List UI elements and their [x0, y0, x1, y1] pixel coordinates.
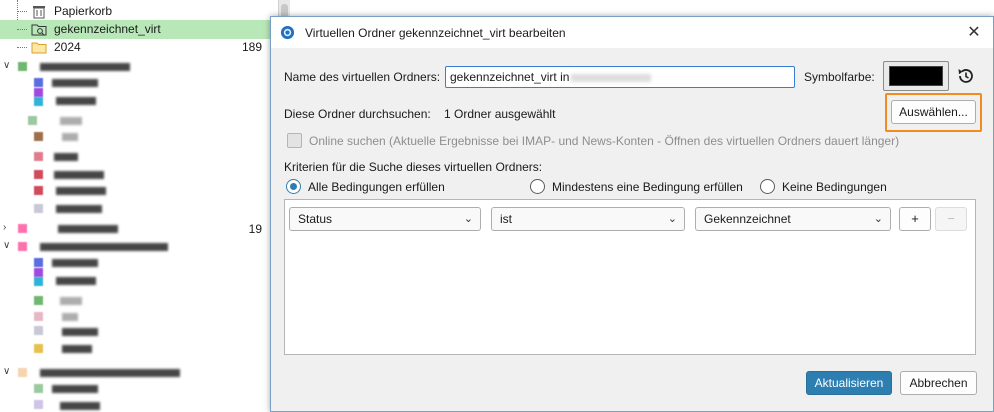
folder-icon	[34, 268, 43, 277]
redacted-text	[60, 402, 100, 410]
chevron-down-icon: ⌄	[667, 213, 677, 225]
chevron-down-icon[interactable]: ∨	[3, 240, 10, 251]
redacted-text	[52, 259, 98, 267]
unread-count: 189	[241, 40, 262, 54]
redacted-text	[62, 133, 78, 141]
color-swatch	[889, 66, 943, 86]
match-any-radio[interactable]	[530, 179, 545, 194]
folder-icon	[34, 326, 43, 335]
close-button[interactable]: ✕	[961, 20, 987, 45]
add-criterion-button[interactable]: +	[899, 207, 931, 231]
online-search-label: Online suchen (Aktuelle Ergebnisse bei I…	[309, 134, 900, 148]
redacted-text	[60, 297, 82, 305]
account-icon	[18, 368, 27, 377]
update-button[interactable]: Aktualisieren	[806, 371, 892, 395]
match-none-radio[interactable]	[760, 179, 775, 194]
folder-icon	[34, 344, 43, 353]
criterion-operator-select[interactable]: ist ⌄	[491, 207, 685, 231]
folder-icon	[34, 88, 43, 97]
redacted-text	[52, 79, 98, 87]
color-picker-button[interactable]	[883, 61, 949, 91]
chevron-down-icon[interactable]: ∨	[3, 366, 10, 377]
name-label: Name des virtuellen Ordners:	[284, 70, 441, 84]
select-folders-button[interactable]: Auswählen...	[891, 100, 976, 124]
edit-virtual-folder-dialog: Virtuellen Ordner gekennzeichnet_virt be…	[270, 16, 994, 412]
online-search-checkbox[interactable]	[287, 133, 302, 148]
redacted-text	[40, 243, 168, 251]
redacted-text	[60, 117, 82, 125]
account-icon	[18, 224, 27, 233]
folder-label: 2024	[54, 40, 81, 54]
match-none-label: Keine Bedingungen	[782, 180, 887, 194]
chevron-down-icon: ⌄	[463, 213, 473, 225]
search-folders-label: Diese Ordner durchsuchen:	[284, 107, 431, 121]
folder-icon	[34, 296, 43, 305]
redacted-text	[56, 187, 106, 195]
trash-icon	[33, 6, 45, 19]
folder-icon	[34, 186, 43, 195]
folder-icon	[34, 204, 43, 213]
app-icon	[280, 25, 295, 40]
redacted-text	[56, 97, 96, 105]
folder-tree[interactable]: Papierkorb gekennzeichnet_virt 2024 189 …	[0, 0, 278, 412]
folder-icon	[34, 400, 43, 409]
folder-row-2024[interactable]: 2024 189	[0, 38, 278, 57]
match-all-radio[interactable]	[286, 179, 301, 194]
redacted-text	[62, 328, 98, 336]
reset-color-icon[interactable]	[955, 65, 977, 87]
folder-row-trash[interactable]: Papierkorb	[0, 2, 278, 21]
redacted-text	[571, 73, 652, 82]
folder-icon	[34, 258, 43, 267]
redacted-text	[40, 63, 130, 71]
dialog-title: Virtuellen Ordner gekennzeichnet_virt be…	[305, 26, 566, 40]
redacted-text	[58, 225, 118, 233]
redacted-text	[54, 171, 104, 179]
folder-label: gekennzeichnet_virt	[54, 22, 161, 36]
account-icon	[18, 62, 27, 71]
selected-folders-count: 1 Ordner ausgewählt	[444, 107, 556, 121]
match-all-label: Alle Bedingungen erfüllen	[308, 180, 445, 194]
folder-icon	[34, 277, 43, 286]
redacted-text	[62, 313, 78, 321]
redacted-text	[40, 369, 180, 377]
chevron-down-icon: ⌄	[873, 213, 883, 225]
cancel-button[interactable]: Abbrechen	[900, 371, 977, 395]
folder-icon	[34, 384, 43, 393]
dialog-titlebar[interactable]: Virtuellen Ordner gekennzeichnet_virt be…	[271, 17, 993, 48]
folder-icon	[31, 42, 47, 54]
folder-row-virtual[interactable]: gekennzeichnet_virt	[0, 20, 278, 39]
folder-icon	[28, 116, 37, 125]
redacted-text	[62, 345, 92, 353]
unread-count: 19	[248, 222, 262, 236]
criteria-heading: Kriterien für die Suche dieses virtuelle…	[284, 160, 543, 174]
redacted-text	[52, 385, 98, 393]
redacted-text	[56, 205, 102, 213]
folder-icon	[34, 97, 43, 106]
color-label: Symbolfarbe:	[804, 70, 875, 84]
folder-icon	[34, 170, 43, 179]
chevron-down-icon[interactable]: ∨	[3, 60, 10, 71]
criterion-value-select[interactable]: Gekennzeichnet ⌄	[695, 207, 891, 231]
folder-icon	[34, 78, 43, 87]
close-icon: ✕	[967, 24, 981, 41]
folder-icon	[34, 132, 43, 141]
folder-icon	[34, 312, 43, 321]
redacted-text	[54, 153, 78, 161]
criterion-field-select[interactable]: Status ⌄	[289, 207, 481, 231]
criteria-list: Status ⌄ ist ⌄ Gekennzeichnet ⌄ + −	[284, 199, 976, 355]
match-any-label: Mindestens eine Bedingung erfüllen	[552, 180, 743, 194]
redacted-text	[56, 277, 96, 285]
folder-icon	[34, 152, 43, 161]
account-icon	[18, 242, 27, 251]
virtual-folder-icon	[31, 24, 47, 36]
chevron-right-icon[interactable]: ›	[3, 222, 6, 233]
remove-criterion-button[interactable]: −	[935, 207, 967, 231]
folder-label: Papierkorb	[54, 4, 113, 18]
folder-name-input[interactable]: gekennzeichnet_virt in	[445, 66, 795, 88]
